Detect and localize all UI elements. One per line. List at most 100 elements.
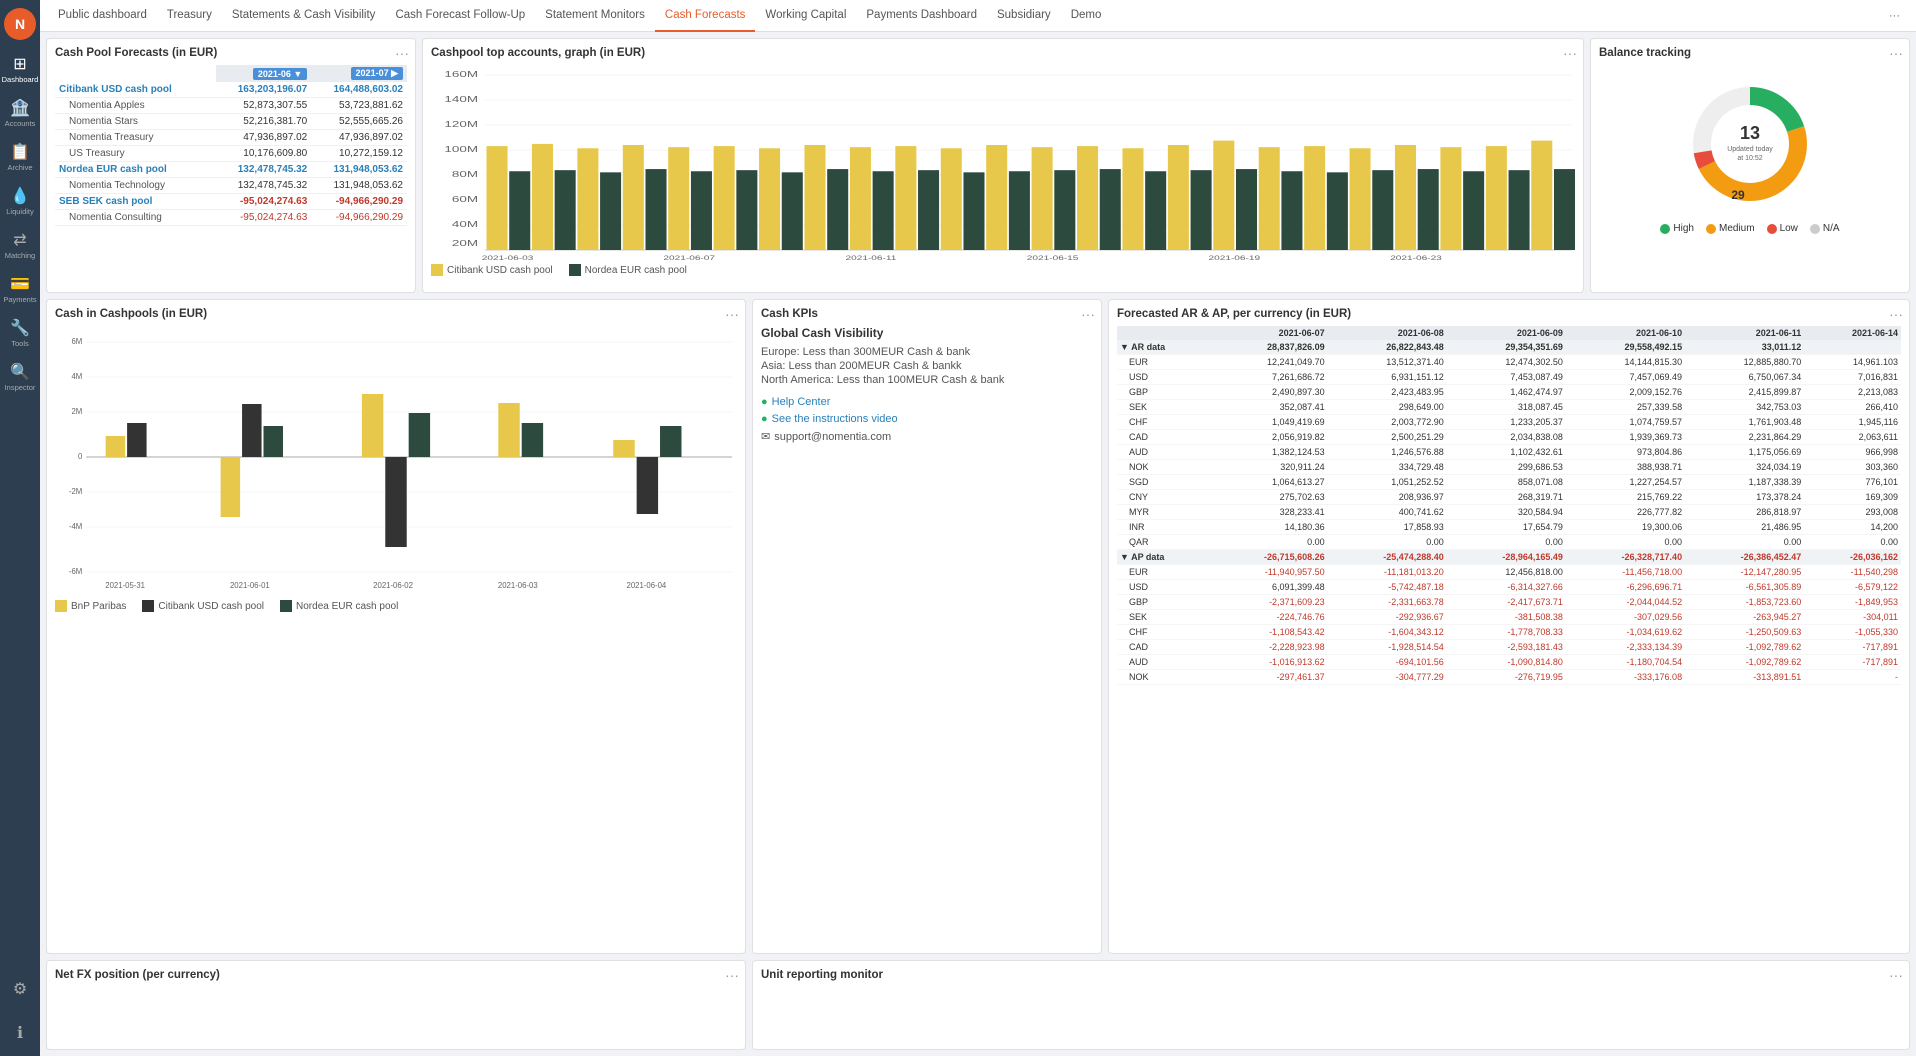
ap-val: -11,456,718.00 [1566, 565, 1685, 580]
nav-cash-forecasts[interactable]: Cash Forecasts [655, 0, 756, 32]
ck-email[interactable]: ✉ support@nomentia.com [761, 430, 1093, 443]
sidebar-item-archive[interactable]: 📋 Archive [0, 136, 40, 180]
cf-menu[interactable]: ··· [395, 45, 409, 61]
nav-cash-forecast-followup[interactable]: Cash Forecast Follow-Up [385, 0, 535, 32]
sidebar-item-payments[interactable]: 💳 Payments [0, 268, 40, 312]
ck-help[interactable]: ● Help Center [761, 396, 1093, 408]
ar-val: 0.00 [1208, 535, 1327, 550]
ar-val: 0.00 [1804, 535, 1901, 550]
sidebar-item-accounts[interactable]: 🏦 Accounts [0, 92, 40, 136]
ar-val: 17,654.79 [1447, 520, 1566, 535]
ar-val: 1,939,369.73 [1566, 430, 1685, 445]
ck-help-icon: ● [761, 396, 768, 408]
bt-high: High [1660, 223, 1694, 234]
cc-l-nordea: Nordea EUR cash pool [280, 600, 398, 612]
ap-val: -12,147,280.95 [1685, 565, 1804, 580]
ar-val: 1,074,759.57 [1566, 415, 1685, 430]
ar-val: 2,056,919.82 [1208, 430, 1327, 445]
nav-statements[interactable]: Statements & Cash Visibility [222, 0, 386, 32]
ar-val: 2,009,152.76 [1566, 385, 1685, 400]
ap-val: 12,456,818.00 [1447, 565, 1566, 580]
ap-val: -1,778,708.33 [1447, 625, 1566, 640]
bt-high-dot [1660, 224, 1670, 234]
ck-europe: Europe: Less than 300MEUR Cash & bank [761, 346, 1093, 358]
ap-val: -2,331,663.78 [1328, 595, 1447, 610]
pool-v2: -94,966,290.29 [311, 194, 407, 210]
ap-val: -2,228,923.98 [1208, 640, 1327, 655]
sidebar-item-dashboard[interactable]: ⊞ Dashboard [0, 48, 40, 92]
ap-total-val: -26,386,452.47 [1685, 550, 1804, 565]
ap-val: -11,940,957.50 [1208, 565, 1327, 580]
ur-menu[interactable]: ··· [1889, 967, 1903, 983]
svg-text:2021-06-19: 2021-06-19 [1209, 254, 1261, 260]
pool-v2: 10,272,159.12 [311, 146, 407, 162]
ap-val: 6,091,399.48 [1208, 580, 1327, 595]
row1: Cash Pool Forecasts (in EUR) ··· 2021-06… [46, 38, 1910, 293]
ar-val: 19,300.06 [1566, 520, 1685, 535]
ar-val: 318,087.45 [1447, 400, 1566, 415]
top-navigation: Public dashboard Treasury Statements & C… [40, 0, 1916, 32]
pool-name: Nomentia Apples [55, 98, 216, 114]
ck-email-txt: support@nomentia.com [774, 431, 891, 443]
ar-currency: MYR [1117, 505, 1208, 520]
ar-val: 14,180.36 [1208, 520, 1327, 535]
ar-val: 293,008 [1804, 505, 1901, 520]
sidebar-item-info[interactable]: ℹ [0, 1012, 40, 1056]
cf-table: 2021-06 ▼ 2021-07 ▶ Citibank USD cash po… [55, 65, 407, 226]
pool-v2: 131,948,053.62 [311, 162, 407, 178]
ar-val: 1,175,056.69 [1685, 445, 1804, 460]
ar-val: 1,051,252.52 [1328, 475, 1447, 490]
ar-val: 303,360 [1804, 460, 1901, 475]
sidebar-item-settings[interactable]: ⚙ [0, 968, 40, 1012]
ck-na: North America: Less than 100MEUR Cash & … [761, 374, 1093, 386]
cg-l1-txt: Citibank USD cash pool [447, 265, 553, 276]
arp-col-header: 2021-06-09 [1447, 326, 1566, 340]
bt-donut: 13 Updated today at 10:52 29 [1675, 69, 1825, 219]
ar-currency: CHF [1117, 415, 1208, 430]
nav-payments-dashboard[interactable]: Payments Dashboard [856, 0, 987, 32]
nav-subsidiary[interactable]: Subsidiary [987, 0, 1061, 32]
nav-treasury[interactable]: Treasury [157, 0, 222, 32]
ap-total-val: -25,474,288.40 [1328, 550, 1447, 565]
ar-val: 2,034,838.08 [1447, 430, 1566, 445]
cf-title: Cash Pool Forecasts (in EUR) [55, 47, 407, 59]
page-layout: Cash Pool Forecasts (in EUR) ··· 2021-06… [40, 32, 1916, 1056]
nav-working-capital[interactable]: Working Capital [755, 0, 856, 32]
nav-public-dashboard[interactable]: Public dashboard [48, 0, 157, 32]
sidebar-item-liquidity[interactable]: 💧 Liquidity [0, 180, 40, 224]
ap-val: -1,250,509.63 [1685, 625, 1804, 640]
ap-val: -307,029.56 [1566, 610, 1685, 625]
ar-currency: QAR [1117, 535, 1208, 550]
ck-menu[interactable]: ··· [1081, 306, 1095, 322]
sidebar-item-matching[interactable]: ⇄ Matching [0, 224, 40, 268]
app-logo[interactable]: N [4, 8, 36, 40]
ck-vid[interactable]: ● See the instructions video [761, 413, 1093, 425]
sidebar-item-inspector[interactable]: 🔍 Inspector [0, 356, 40, 400]
ar-val: 1,761,903.48 [1685, 415, 1804, 430]
nav-statement-monitors[interactable]: Statement Monitors [535, 0, 655, 32]
sidebar-item-tools[interactable]: 🔧 Tools [0, 312, 40, 356]
ar-val: 17,858.93 [1328, 520, 1447, 535]
m2-btn[interactable]: 2021-07 ▶ [351, 67, 403, 80]
ar-currency: SEK [1117, 400, 1208, 415]
nfx-menu[interactable]: ··· [725, 967, 739, 983]
ck-panel: Cash KPIs ··· Global Cash Visibility Eur… [752, 299, 1102, 954]
nav-more-button[interactable]: ··· [1881, 10, 1908, 22]
pool-v2: 52,555,665.26 [311, 114, 407, 130]
svg-text:2021-06-04: 2021-06-04 [627, 581, 667, 590]
ap-val: -5,742,487.18 [1328, 580, 1447, 595]
m1-btn[interactable]: 2021-06 ▼ [253, 68, 307, 80]
cc-l-citi-box [142, 600, 154, 612]
cc-l-bnp: BnP Paribas [55, 600, 126, 612]
bt-menu[interactable]: ··· [1889, 45, 1903, 61]
nav-demo[interactable]: Demo [1061, 0, 1112, 32]
cg-l1-box [431, 264, 443, 276]
arp-menu[interactable]: ··· [1889, 306, 1903, 322]
arp-col-header: 2021-06-10 [1566, 326, 1685, 340]
cg-l2: Nordea EUR cash pool [569, 264, 687, 276]
ar-total-val: 29,354,351.69 [1447, 340, 1566, 355]
cc-menu[interactable]: ··· [725, 306, 739, 322]
ck-asia: Asia: Less than 200MEUR Cash & bankk [761, 360, 1093, 372]
cg-menu[interactable]: ··· [1563, 45, 1577, 61]
cg-svg-el: 160M 140M 120M 100M 80M 60M 40M 20M 2021… [431, 65, 1575, 260]
